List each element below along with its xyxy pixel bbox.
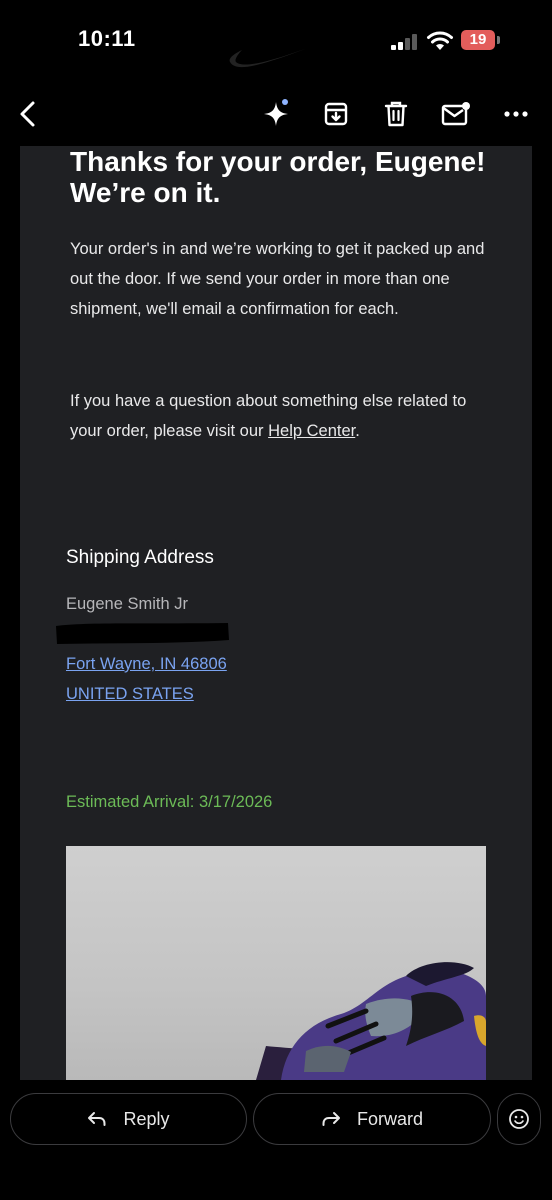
mail-app-screen: 10:11 19 Thanks for your order, Eugene! … xyxy=(0,0,552,1200)
ai-summary-button[interactable] xyxy=(256,94,296,134)
email-heading: Thanks for your order, Eugene! We’re on … xyxy=(70,146,486,208)
nike-swoosh-icon xyxy=(229,44,318,68)
product-image xyxy=(66,846,486,1080)
wifi-icon xyxy=(427,31,453,50)
help-center-link[interactable]: Help Center xyxy=(268,422,355,440)
redacted-street-address xyxy=(56,623,229,644)
order-message: Your order's in and we’re working to get… xyxy=(70,240,485,318)
reply-icon xyxy=(88,1112,106,1126)
battery-nub xyxy=(497,36,500,44)
forward-label: Forward xyxy=(356,1108,423,1129)
more-options-button[interactable] xyxy=(496,94,536,134)
address-country-link[interactable]: UNITED STATES xyxy=(66,685,194,704)
mark-unread-icon xyxy=(441,102,470,126)
back-button[interactable] xyxy=(8,94,48,134)
archive-icon xyxy=(324,102,348,126)
forward-icon xyxy=(322,1112,340,1126)
sparkle-icon xyxy=(264,99,288,126)
emoji-reaction-button[interactable] xyxy=(497,1093,541,1145)
delete-button[interactable] xyxy=(376,94,416,134)
email-toolbar xyxy=(0,84,552,146)
shipping-address-title: Shipping Address xyxy=(66,547,214,568)
email-body: Thanks for your order, Eugene! We’re on … xyxy=(20,146,532,1080)
emoji-icon xyxy=(509,1109,529,1129)
help-message-suffix: . xyxy=(355,422,360,440)
status-time: 10:11 xyxy=(78,26,136,51)
help-message: If you have a question about something e… xyxy=(70,386,500,446)
estimated-arrival: Estimated Arrival: 3/17/2026 xyxy=(66,793,273,811)
back-icon xyxy=(20,101,35,127)
reply-label: Reply xyxy=(123,1108,170,1129)
status-bar: 10:11 19 xyxy=(0,0,552,84)
signal-icon xyxy=(391,34,417,50)
bottom-action-bar: Reply Forward xyxy=(0,1080,552,1200)
archive-button[interactable] xyxy=(316,94,356,134)
battery-icon: 19 xyxy=(461,30,495,50)
reply-button[interactable]: Reply xyxy=(10,1093,247,1145)
more-icon xyxy=(504,111,528,117)
address-city-link[interactable]: Fort Wayne, IN 46806 xyxy=(66,655,227,674)
trash-icon xyxy=(384,101,408,127)
forward-button[interactable]: Forward xyxy=(253,1093,491,1145)
mark-unread-button[interactable] xyxy=(436,94,476,134)
shipping-name: Eugene Smith Jr xyxy=(66,595,188,613)
sneaker-illustration xyxy=(256,962,486,1080)
